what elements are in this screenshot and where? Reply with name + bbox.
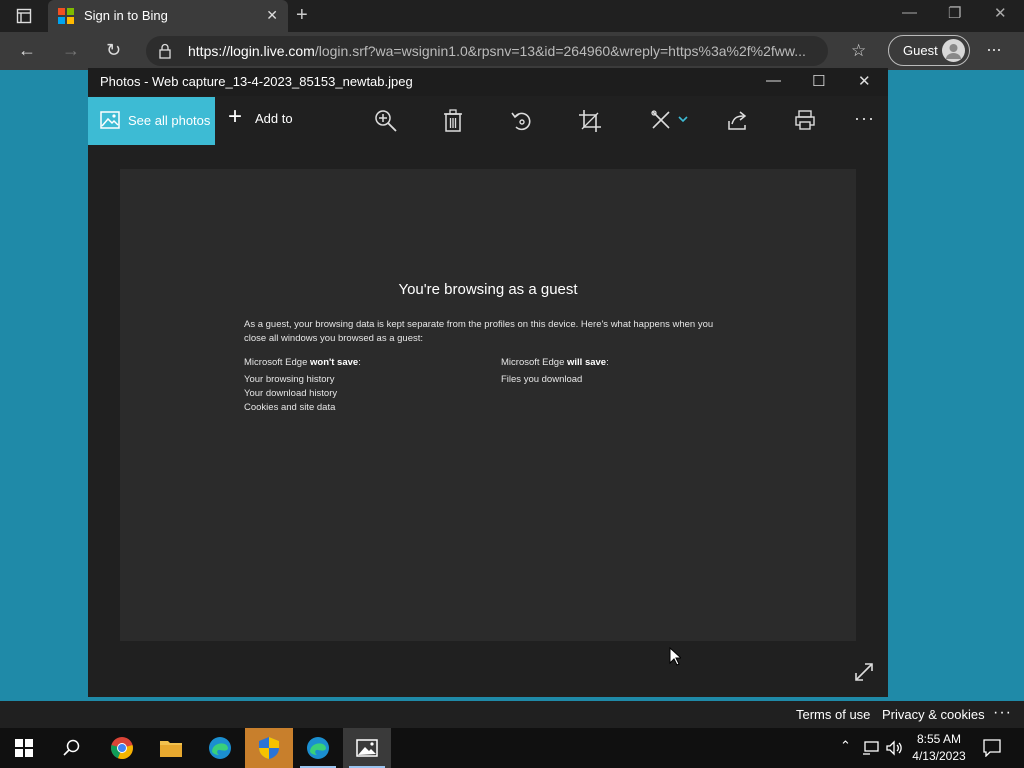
photos-titlebar: Photos - Web capture_13-4-2023_85153_new… [88,68,888,96]
lock-icon[interactable] [158,43,172,59]
photos-minimize-icon[interactable]: — [766,72,781,89]
microsoft-logo-icon [58,8,74,24]
capture-heading: You're browsing as a guest [398,281,578,298]
profile-label: Guest [903,43,938,58]
edge-open-icon[interactable] [294,728,342,768]
see-all-photos-button[interactable]: See all photos [88,97,215,145]
volume-icon[interactable] [885,740,903,756]
clock-time: 8:55 AM [916,732,962,746]
capture-paragraph: As a guest, your browsing data is kept s… [244,319,714,344]
zoom-in-icon[interactable] [374,109,398,133]
browser-minimize-icon[interactable]: — [902,4,917,21]
refresh-icon[interactable]: ↻ [106,40,121,61]
full-screen-icon[interactable] [854,662,874,682]
edge-icon[interactable] [196,728,244,768]
network-icon[interactable] [862,740,880,756]
address-bar[interactable]: https://login.live.com/login.srf?wa=wsig… [146,36,828,66]
privacy-cookies-link[interactable]: Privacy & cookies [882,707,985,722]
will-save-heading: Microsoft Edge will save: [501,357,609,368]
photos-window: Photos - Web capture_13-4-2023_85153_new… [88,68,888,697]
delete-icon[interactable] [442,109,464,133]
settings-more-icon[interactable]: ··· [986,39,1002,60]
clock-date: 4/13/2023 [912,749,966,763]
taskbar: ⌃ 8:55 AM 4/13/2023 [0,728,1024,768]
photo-gallery-icon [100,111,120,129]
search-icon[interactable] [48,728,96,768]
photos-maximize-icon[interactable]: ☐ [812,72,825,90]
wont-save-item: Cookies and site data [244,402,336,413]
crop-icon[interactable] [578,109,602,133]
url-text[interactable]: https://login.live.com/login.srf?wa=wsig… [188,43,818,59]
browser-close-icon[interactable]: ✕ [994,4,1007,22]
rotate-icon[interactable] [510,109,534,133]
wont-save-heading: Microsoft Edge won't save: [244,357,361,368]
photos-window-title: Photos - Web capture_13-4-2023_85153_new… [100,74,413,89]
browser-tab-bar: Sign in to Bing ✕ + — ❐ ✕ [0,0,1024,32]
browser-tab[interactable]: Sign in to Bing ✕ [48,0,288,32]
start-windows-icon[interactable] [0,728,48,768]
back-icon[interactable]: ← [18,40,36,61]
photos-close-icon[interactable]: ✕ [858,72,871,90]
footer-more-icon[interactable]: ··· [993,704,1012,722]
system-clock[interactable]: 8:55 AM 4/13/2023 [906,731,972,765]
security-shield-icon[interactable] [245,728,293,768]
browser-toolbar: ← → ↻ https://login.live.com/login.srf?w… [0,32,1024,70]
new-tab-icon[interactable]: + [296,4,308,27]
tab-close-icon[interactable]: ✕ [266,7,278,24]
more-options-icon[interactable]: ··· [854,108,875,129]
photos-toolbar: See all photos + Add to ··· [88,96,888,146]
favorites-icon[interactable]: ☆ [851,41,866,61]
wont-save-item: Your download history [244,388,338,399]
browser-restore-icon[interactable]: ❐ [948,4,961,22]
avatar-icon [942,39,965,62]
will-save-item: Files you download [501,374,583,385]
photo-viewer: You're browsing as a guest As a guest, y… [120,169,856,641]
forward-icon[interactable]: → [62,40,80,61]
edit-create-icon[interactable] [650,109,672,131]
terms-of-use-link[interactable]: Terms of use [796,707,870,722]
chrome-icon[interactable] [98,728,146,768]
photos-app-icon[interactable] [343,728,391,768]
print-icon[interactable] [794,109,816,131]
notifications-icon[interactable] [983,739,1001,757]
page-footer: Terms of use Privacy & cookies ··· [0,701,1024,728]
tab-title: Sign in to Bing [84,8,168,23]
chevron-down-icon[interactable] [678,115,688,123]
show-hidden-icons-icon[interactable]: ⌃ [840,738,851,754]
see-all-photos-label: See all photos [128,113,211,128]
tab-actions-icon[interactable] [10,5,38,27]
profile-button[interactable]: Guest [888,35,970,66]
mouse-cursor-icon [669,647,681,666]
file-explorer-icon[interactable] [147,728,195,768]
add-to-button[interactable]: Add to [255,111,293,126]
share-icon[interactable] [726,109,748,131]
add-icon[interactable]: + [228,105,242,129]
wont-save-item: Your browsing history [244,374,335,385]
